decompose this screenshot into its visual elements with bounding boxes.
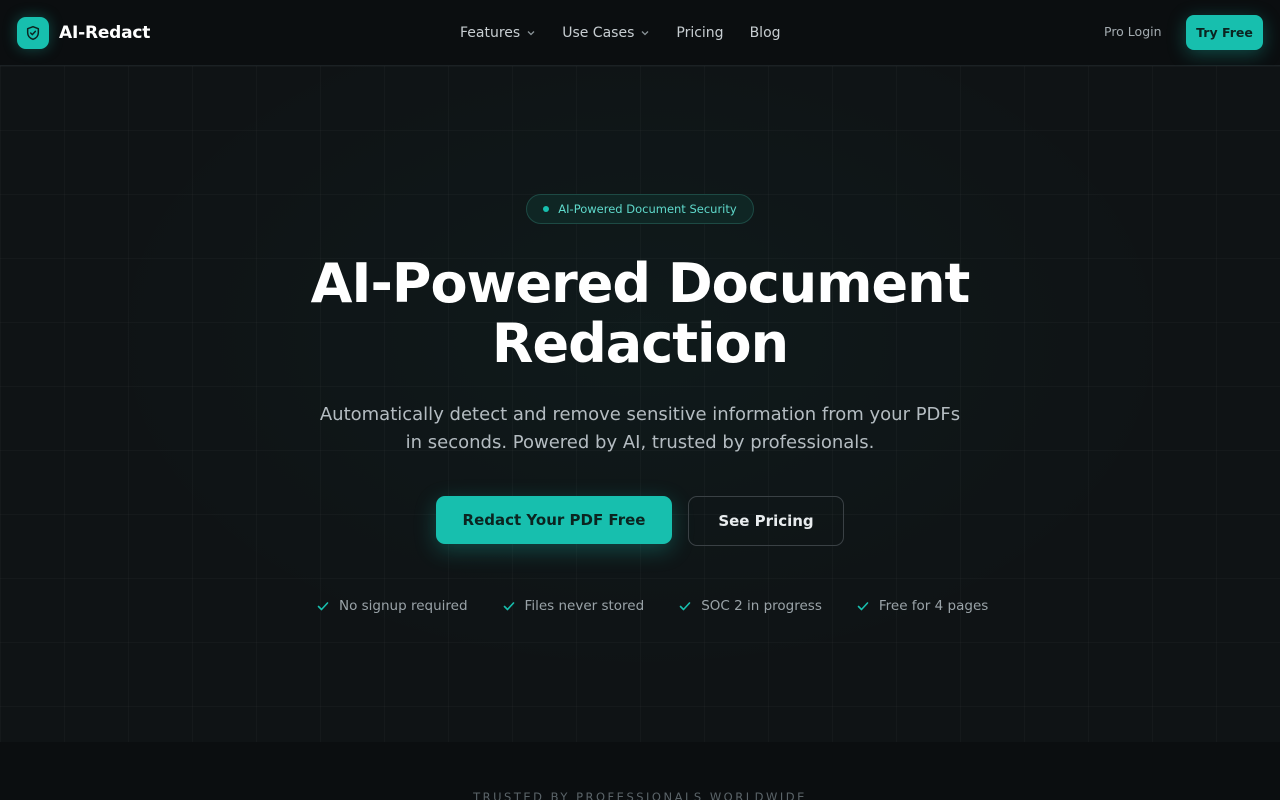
feature-item: Files never stored	[502, 598, 645, 614]
nav-item-label: Blog	[749, 25, 781, 41]
trusted-label: TRUSTED BY PROFESSIONALS WORLDWIDE	[473, 790, 807, 800]
nav-item-label: Features	[460, 25, 521, 41]
redact-pdf-button[interactable]: Redact Your PDF Free	[436, 496, 672, 544]
hero-headline: AI-Powered Document Redaction	[240, 254, 1040, 374]
feature-label: No signup required	[339, 598, 468, 614]
nav-item-use-cases[interactable]: Use Cases	[562, 25, 650, 41]
chevron-down-icon	[527, 31, 535, 36]
try-free-button[interactable]: Try Free	[1186, 15, 1263, 50]
check-icon	[317, 602, 329, 611]
feature-label: Free for 4 pages	[878, 598, 989, 614]
nav-item-blog[interactable]: Blog	[750, 25, 781, 41]
nav-item-label: Use Cases	[562, 25, 635, 41]
headline-line-2: Redaction	[491, 312, 789, 375]
nav-item-pricing[interactable]: Pricing	[676, 25, 723, 41]
nav-links: Features Use Cases Pricing Blog	[460, 0, 781, 66]
feature-item: SOC 2 in progress	[678, 598, 822, 614]
nav-item-label: Pricing	[676, 25, 724, 41]
feature-item: No signup required	[316, 598, 468, 614]
feature-label: Files never stored	[524, 598, 645, 614]
subtitle-line-1: Automatically detect and remove sensitiv…	[319, 404, 961, 425]
see-pricing-button[interactable]: See Pricing	[688, 496, 844, 546]
subtitle-line-2: in seconds. Powered by AI, trusted by pr…	[405, 432, 875, 453]
headline-line-1: AI-Powered Document	[310, 252, 971, 315]
brand-logo[interactable]: AI-Redact	[17, 17, 150, 49]
feature-label: SOC 2 in progress	[701, 598, 822, 614]
hero-subtitle: Automatically detect and remove sensitiv…	[290, 401, 990, 457]
pro-login-link[interactable]: Pro Login	[1104, 24, 1162, 39]
brand-name: AI-Redact	[59, 23, 151, 43]
feature-list: No signup required Files never stored SO…	[316, 596, 988, 616]
hero-badge-label: AI-Powered Document Security	[558, 202, 737, 216]
trusted-section: TRUSTED BY PROFESSIONALS WORLDWIDE	[0, 742, 1280, 800]
hero-badge: AI-Powered Document Security	[526, 194, 754, 224]
check-icon	[857, 602, 869, 611]
check-icon	[503, 602, 514, 611]
feature-item: Free for 4 pages	[856, 598, 988, 614]
check-icon	[679, 602, 691, 611]
nav-item-features[interactable]: Features	[460, 25, 536, 41]
hero-section: AI-Powered Document Security AI-Powered …	[0, 66, 1280, 742]
status-dot-icon	[543, 206, 550, 212]
top-navigation: AI-Redact Features Use Cases Pricing Blo…	[0, 0, 1280, 66]
shield-check-icon	[17, 17, 49, 49]
chevron-down-icon	[641, 31, 649, 36]
